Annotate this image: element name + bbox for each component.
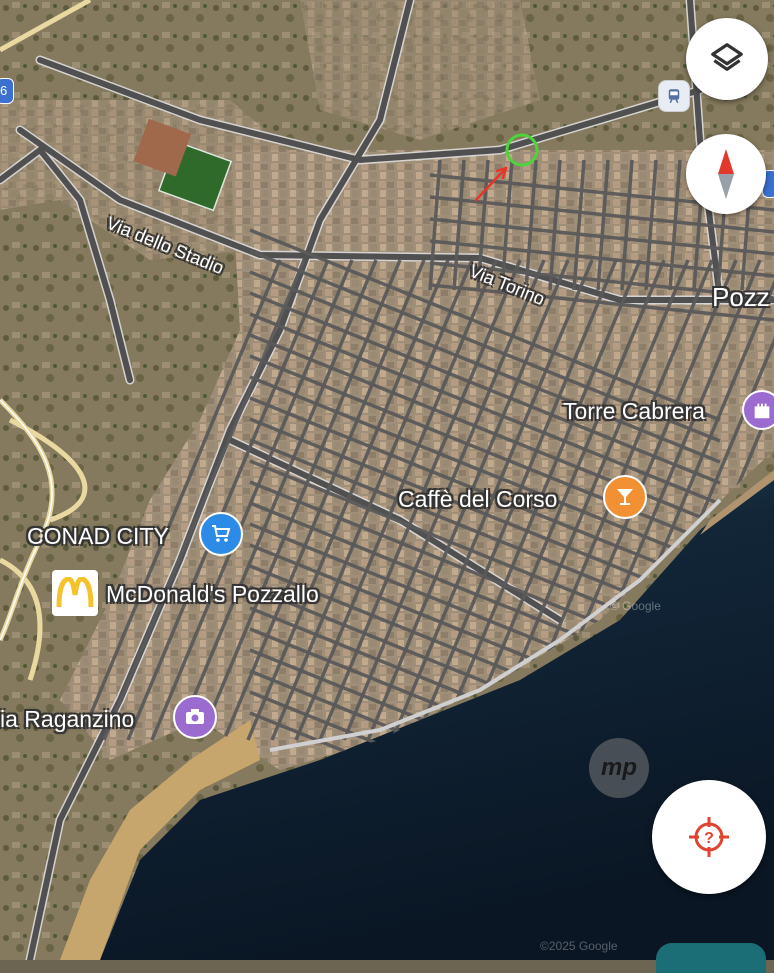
compass-icon: [718, 149, 734, 199]
castle-icon: [754, 403, 770, 419]
poi-pin-caffe-del-corso[interactable]: [603, 475, 647, 519]
poi-label-conad-city[interactable]: CONAD CITY: [27, 525, 169, 548]
mcdonalds-arches-icon: [56, 577, 94, 608]
poi-pin-conad-city[interactable]: [199, 512, 243, 556]
transit-button[interactable]: [658, 80, 690, 112]
google-watermark-2025: ©2025 Google: [540, 939, 618, 953]
road-number-badge: 6: [0, 78, 14, 104]
poi-pin-raganzino[interactable]: [173, 695, 217, 739]
mp-watermark-text: mp: [601, 754, 637, 781]
mcdonalds-logo[interactable]: [52, 570, 98, 616]
town-label-pozzallo: Pozz: [712, 282, 770, 312]
road-number: 6: [0, 83, 8, 98]
poi-label-torre-cabrera[interactable]: Torre Cabrera: [563, 400, 705, 423]
cocktail-icon: [617, 489, 633, 505]
compass-button[interactable]: [686, 134, 766, 214]
poi-label-mcdonalds[interactable]: McDonald's Pozzallo: [106, 583, 319, 606]
train-icon: [668, 89, 680, 104]
poi-pin-torre-cabrera[interactable]: [742, 390, 774, 430]
layers-icon: [711, 43, 743, 71]
mp-watermark: mp: [589, 738, 649, 798]
bottom-sheet-handle[interactable]: [656, 943, 766, 973]
svg-text:?: ?: [704, 830, 714, 847]
layers-button[interactable]: [686, 18, 768, 100]
poi-label-raganzino[interactable]: ia Raganzino: [0, 708, 134, 731]
locate-icon: ?: [689, 817, 729, 857]
camera-icon: [186, 709, 204, 724]
my-location-button[interactable]: ?: [652, 780, 766, 894]
shopping-cart-icon: [212, 525, 231, 542]
google-watermark: © Google: [610, 599, 661, 613]
poi-label-caffe-del-corso[interactable]: Caffè del Corso: [398, 488, 557, 511]
